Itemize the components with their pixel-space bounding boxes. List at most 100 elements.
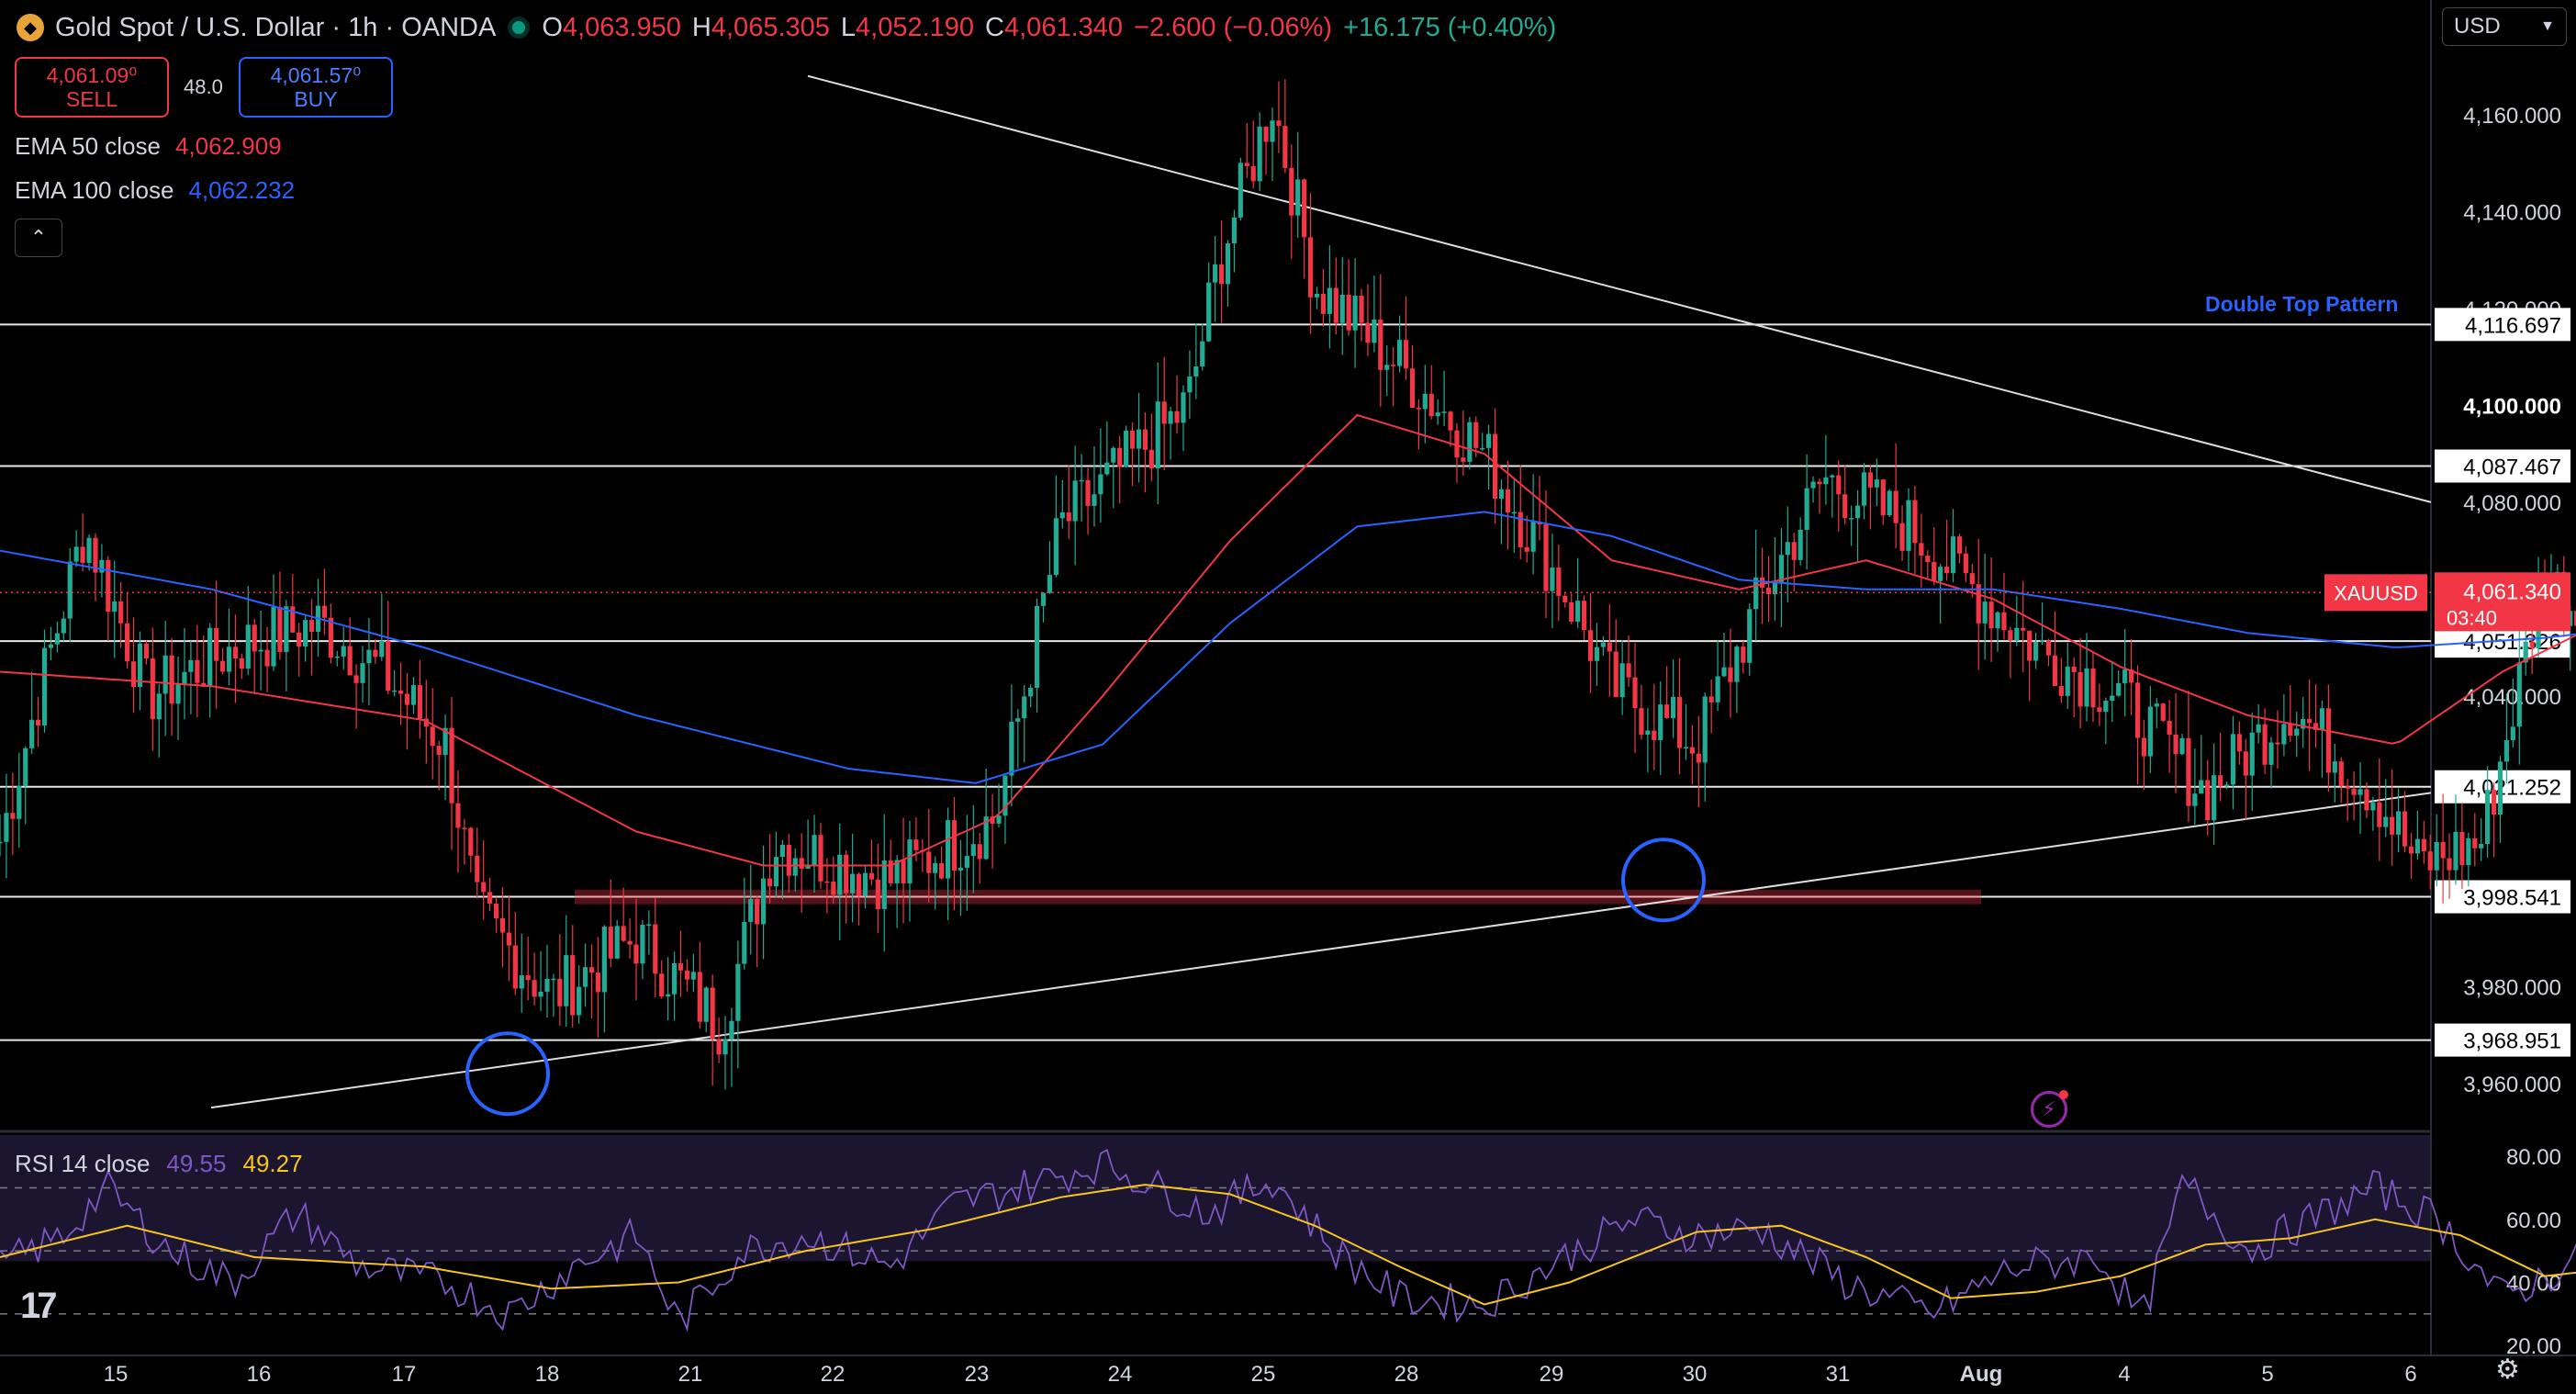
candle-body (1117, 447, 1123, 467)
candle-body (2332, 761, 2337, 773)
candle-body (1040, 592, 1047, 606)
symbol-title[interactable]: Gold Spot / U.S. Dollar · 1h · OANDA (55, 13, 496, 43)
buy-button[interactable]: 4,061.57⁰ BUY (239, 57, 393, 118)
candle-body (264, 649, 270, 667)
candle-body (156, 693, 162, 720)
candle-body (2052, 655, 2057, 687)
sell-label: SELL (65, 87, 118, 111)
candle-body (475, 855, 480, 882)
candle-body (1111, 447, 1116, 463)
candle-body (2319, 708, 2325, 730)
candle-body (964, 856, 969, 868)
sell-button[interactable]: 4,061.09⁰ SELL (15, 57, 169, 118)
candle-body (671, 963, 678, 995)
candle-body (678, 963, 684, 971)
candle-body (239, 658, 244, 669)
candle-body (970, 844, 976, 857)
collapse-legend-button[interactable]: ⌃ (15, 219, 62, 257)
candle-body (951, 820, 958, 871)
candle-body (2033, 641, 2039, 661)
candle-body (373, 649, 378, 658)
gold-logo-icon: ◆ (17, 14, 44, 41)
candle-body (1028, 687, 1034, 697)
candle-body (379, 640, 385, 658)
candle-body (1938, 567, 1943, 581)
candle-body (112, 601, 118, 613)
candle-body (499, 917, 506, 933)
settings-gear-icon[interactable]: ⚙ (2495, 1354, 2520, 1386)
ema100-legend[interactable]: EMA 100 close 4,062.232 (15, 176, 295, 205)
candle-body (1760, 577, 1765, 588)
rsi-ma-value: 49.27 (242, 1150, 303, 1177)
candle-body (1658, 704, 1663, 740)
candle-body (1556, 568, 1562, 596)
rsi-legend[interactable]: RSI 14 close 49.55 49.27 (15, 1150, 303, 1178)
price-tick-label: 3,980.000 (2463, 975, 2561, 1000)
ohlc-open: O4,063.950 (542, 12, 681, 42)
candle-body (1263, 126, 1269, 142)
candle-body (875, 879, 880, 909)
candle-body (328, 617, 333, 658)
candle-body (1867, 472, 1874, 488)
candle-body (1276, 120, 1282, 127)
chart-header: ◆ Gold Spot / U.S. Dollar · 1h · OANDA O… (17, 7, 1556, 48)
candle-body (487, 892, 493, 904)
time-tick-label: 17 (392, 1362, 417, 1387)
price-tick-label: 4,100.000 (2463, 394, 2561, 419)
candle-body (1448, 411, 1453, 431)
candle-body (856, 873, 862, 896)
candle-body (1874, 479, 1879, 488)
candle-body (1969, 573, 1975, 585)
candle-body (2039, 640, 2045, 642)
candle-body (353, 675, 359, 683)
candle-body (2377, 802, 2382, 827)
candle-body (1511, 512, 1517, 514)
candle-body (812, 835, 817, 867)
candle-body (640, 925, 645, 964)
double-top-annotation[interactable]: Double Top Pattern (2205, 292, 2398, 317)
highlight-circle (1621, 838, 1706, 923)
candle-body (2008, 630, 2013, 641)
candle-body (366, 649, 372, 664)
candle-body (601, 927, 607, 993)
candle-body (2510, 726, 2515, 741)
candle-body (1372, 319, 1377, 343)
candle-body (2288, 724, 2293, 736)
candle-body (2217, 775, 2223, 787)
candle-body (1906, 500, 1911, 551)
level-tag-label: 3,998.541 (2463, 886, 2561, 911)
candle-body (1289, 167, 1294, 216)
flash-icon[interactable]: ⚡ (2031, 1090, 2068, 1128)
time-tick-label: 28 (1394, 1362, 1419, 1387)
notification-dot (2059, 1090, 2068, 1099)
candle-body (436, 746, 442, 756)
candle-body (2472, 838, 2478, 849)
candle-body (1880, 479, 1886, 516)
ema50-legend[interactable]: EMA 50 close 4,062.909 (15, 132, 282, 161)
candle-body (1778, 555, 1784, 582)
candle-body (2027, 630, 2033, 661)
chart-canvas[interactable]: 4,160.0004,140.0004,120.0004,100.0004,08… (0, 0, 2576, 1394)
tradingview-logo-icon[interactable]: 17 (20, 1286, 57, 1327)
level-tag-label: 3,968.951 (2463, 1029, 2561, 1054)
candle-body (2479, 844, 2484, 849)
candle-body (1619, 663, 1625, 698)
candle-body (1142, 429, 1148, 450)
currency-select[interactable]: USD ▼ (2442, 7, 2567, 46)
candle-body (410, 685, 417, 705)
candle-body (1015, 718, 1021, 722)
candle-body (1753, 577, 1759, 610)
candle-body (188, 659, 194, 672)
candle-body (1422, 393, 1428, 410)
chevron-up-icon: ⌃ (29, 226, 48, 249)
spread-value: 48.0 (184, 75, 223, 98)
candle-body (2275, 742, 2280, 745)
candle-body (2103, 701, 2109, 713)
candle-body (1492, 433, 1498, 500)
candle-body (1943, 567, 1950, 574)
candle-body (455, 803, 461, 828)
candle-body (1066, 512, 1071, 522)
candle-body (2268, 742, 2274, 765)
candle-body (1314, 293, 1320, 298)
candle-body (1734, 646, 1740, 682)
